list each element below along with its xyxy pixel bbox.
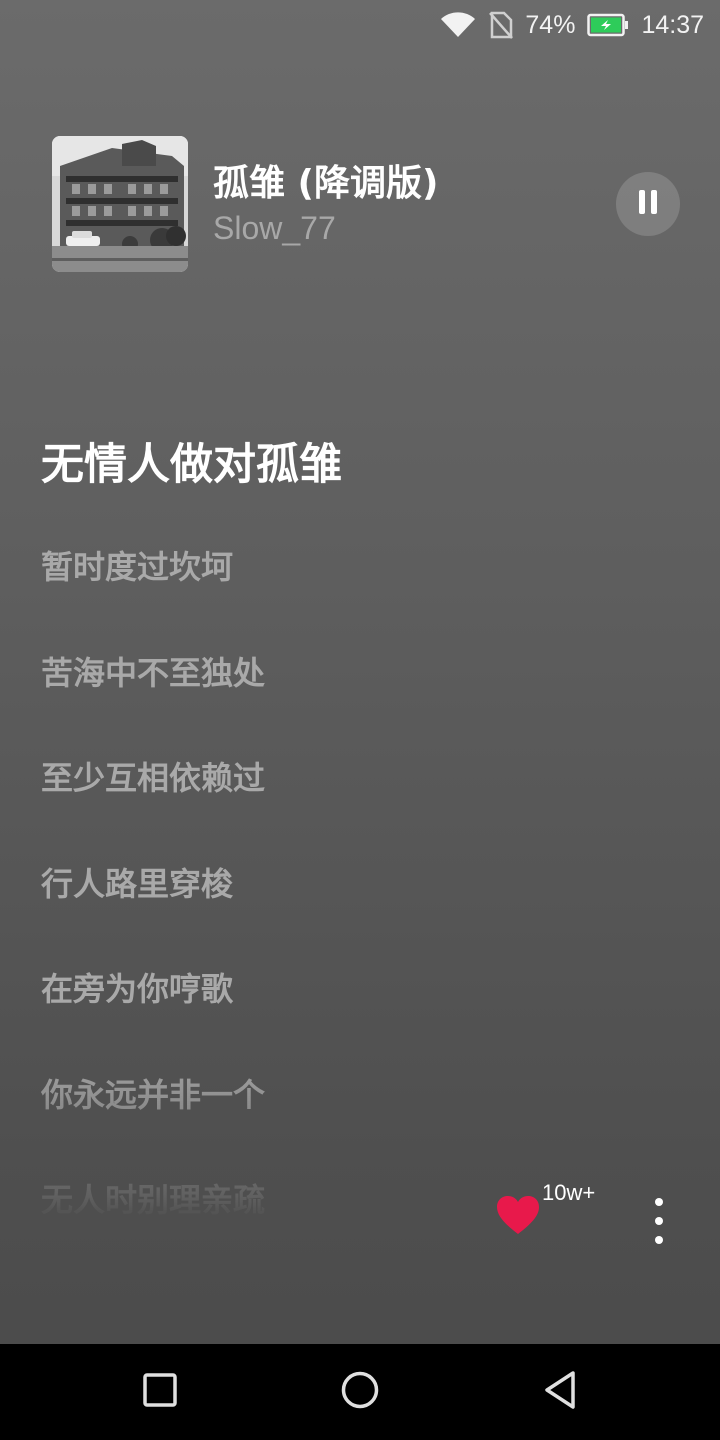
lyric-line[interactable]: 暂时度过坎坷 (41, 542, 233, 588)
album-art[interactable] (52, 136, 188, 272)
clock: 14:37 (641, 10, 704, 39)
like-count: 10w+ (542, 1180, 596, 1205)
lyric-line[interactable]: 你永远并非一个 (41, 1070, 265, 1116)
more-vertical-icon (655, 1198, 663, 1206)
battery-percent: 74% (525, 10, 576, 39)
like-button[interactable] (495, 1194, 541, 1240)
lyric-line[interactable]: 至少互相依赖过 (41, 753, 265, 799)
wifi-icon (439, 11, 477, 39)
battery-charging-icon (587, 13, 629, 37)
recent-apps-button[interactable] (132, 1364, 188, 1420)
pause-icon (637, 189, 659, 219)
heart-icon (495, 1196, 541, 1240)
status-bar: 74% 14:37 (0, 0, 720, 50)
lyric-line[interactable]: 无人时别理亲疏 (41, 1175, 265, 1220)
lyrics-panel[interactable]: 无情人做对孤雏 暂时度过坎坷 苦海中不至独处 至少互相依赖过 行人路里穿梭 在旁… (41, 430, 641, 1220)
system-nav-bar (0, 1344, 720, 1440)
back-button[interactable] (532, 1364, 588, 1420)
home-button[interactable] (332, 1364, 388, 1420)
song-title: 孤雏 (降调版) (213, 163, 439, 204)
more-options-button[interactable] (644, 1198, 674, 1244)
lyric-line[interactable]: 在旁为你哼歌 (41, 964, 233, 1010)
screen: 74% 14:37 孤雏 (降调版) Slow_77 无情人做对孤雏 暂时度过坎… (0, 0, 720, 1440)
recent-apps-icon (142, 1372, 178, 1412)
pause-button[interactable] (616, 172, 680, 236)
home-icon (340, 1370, 380, 1414)
artist-name[interactable]: Slow_77 (213, 210, 336, 247)
lyric-current-line[interactable]: 无情人做对孤雏 (41, 430, 342, 492)
no-sim-icon (489, 11, 514, 39)
back-icon (542, 1370, 578, 1414)
lyric-line[interactable]: 苦海中不至独处 (41, 648, 265, 694)
lyric-line[interactable]: 行人路里穿梭 (41, 859, 233, 905)
